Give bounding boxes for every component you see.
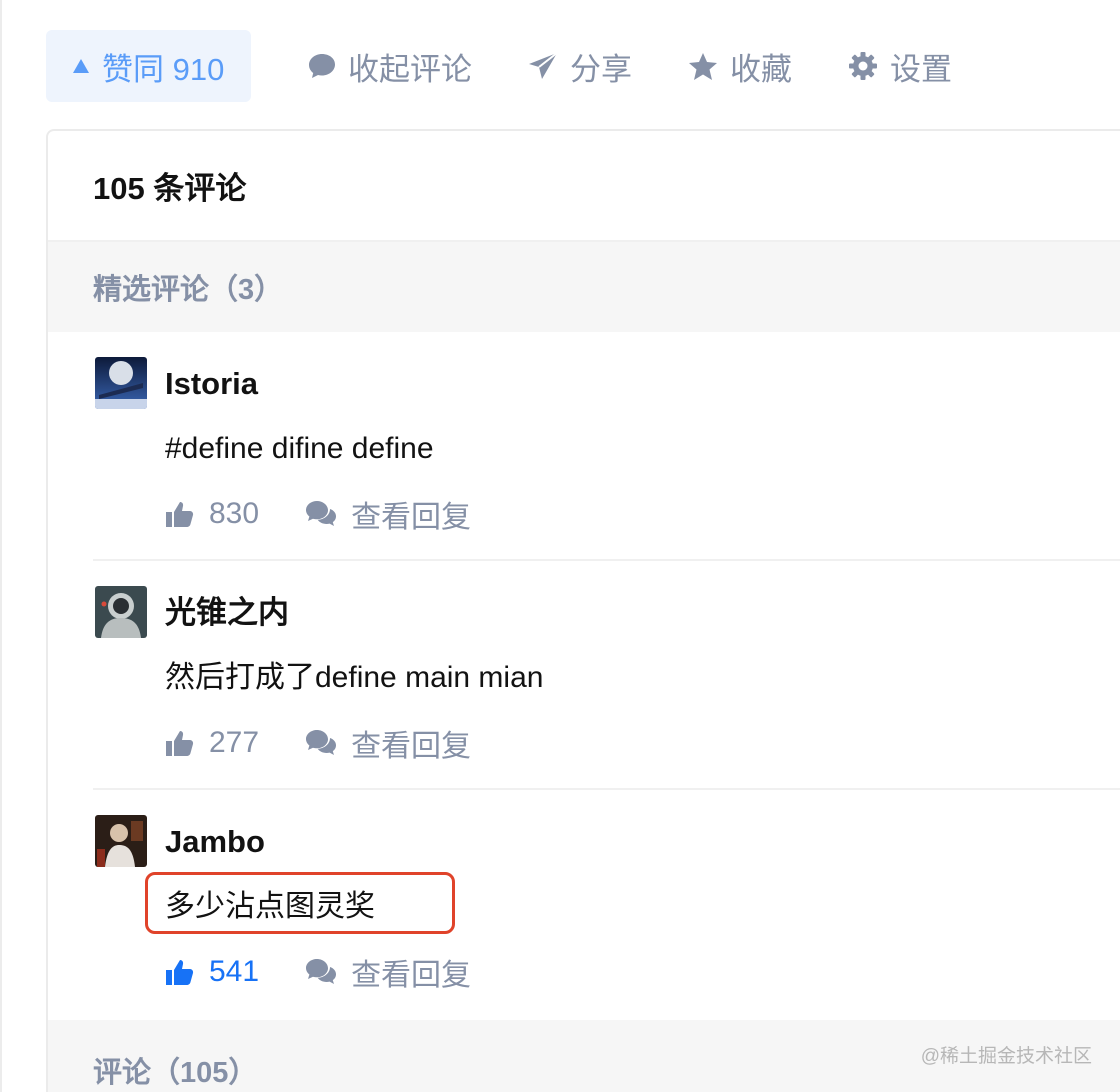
comment-author[interactable]: Istoria [165, 364, 258, 404]
comment-item: 光锥之内 然后打成了define main mian 277 查看回复 [93, 561, 1120, 790]
gear-icon [848, 51, 878, 81]
settings-button[interactable]: 设置 [848, 44, 952, 89]
like-count: 277 [209, 726, 260, 759]
comment-count-title: 105 条评论 [48, 131, 1120, 242]
comment-content: #define difine define [165, 432, 434, 465]
collapse-comments-button[interactable]: 收起评论 [308, 44, 472, 89]
featured-comments-header: 精选评论（3） [48, 242, 1120, 332]
favorite-button[interactable]: 收藏 [688, 44, 792, 89]
favorite-label: 收藏 [730, 51, 792, 87]
view-replies-label: 查看回复 [351, 501, 472, 534]
collapse-comments-label: 收起评论 [348, 51, 472, 87]
comment-author[interactable]: 光锥之内 [165, 593, 289, 633]
thumbs-up-icon [165, 500, 195, 528]
paper-plane-icon [528, 52, 558, 80]
chat-bubbles-icon [305, 729, 337, 757]
like-button[interactable]: 830 [165, 497, 259, 531]
thumbs-up-icon [165, 958, 195, 986]
like-count: 541 [209, 955, 260, 988]
chat-bubbles-icon [305, 958, 337, 986]
comment-item: Jambo 多少沾点图灵奖 541 查看回复 [93, 790, 1120, 1020]
view-replies-button[interactable]: 查看回复 [305, 721, 471, 765]
settings-label: 设置 [890, 51, 952, 87]
comment-content: 多少沾点图灵奖 [165, 890, 375, 923]
upvote-button[interactable]: 赞同 910 [46, 30, 251, 102]
share-button[interactable]: 分享 [528, 44, 632, 89]
comment-actions: 277 查看回复 [165, 721, 471, 765]
like-count: 830 [209, 497, 260, 530]
answer-action-bar: 赞同 910 收起评论 分享 收藏 设置 [46, 30, 952, 102]
comment-bubble-icon [308, 53, 336, 79]
avatar[interactable] [95, 357, 147, 409]
like-button[interactable]: 277 [165, 726, 259, 760]
avatar[interactable] [95, 815, 147, 867]
chat-bubbles-icon [305, 500, 337, 528]
watermark: @稀土掘金技术社区 [920, 1046, 1092, 1067]
left-divider [0, 0, 2, 1092]
comment-author[interactable]: Jambo [165, 822, 265, 862]
comment-content: 然后打成了define main mian [165, 661, 544, 694]
like-button[interactable]: 541 [165, 955, 259, 989]
view-replies-button[interactable]: 查看回复 [305, 950, 471, 994]
view-replies-label: 查看回复 [351, 959, 472, 992]
comment-actions: 541 查看回复 [165, 950, 471, 994]
upvote-label: 赞同 910 [102, 51, 225, 87]
view-replies-label: 查看回复 [351, 730, 472, 763]
page: 赞同 910 收起评论 分享 收藏 设置 105 条评论 精选评论（3） Ist… [0, 0, 1120, 1092]
view-replies-button[interactable]: 查看回复 [305, 492, 471, 536]
thumbs-up-icon [165, 729, 195, 757]
triangle-up-icon [72, 58, 90, 74]
star-icon [688, 52, 718, 81]
comment-panel: 105 条评论 精选评论（3） Istoria #define difine d… [46, 129, 1120, 1092]
avatar[interactable] [95, 586, 147, 638]
comment-item: Istoria #define difine define 830 查看回复 [93, 332, 1120, 561]
comment-actions: 830 查看回复 [165, 492, 471, 536]
share-label: 分享 [570, 51, 632, 87]
